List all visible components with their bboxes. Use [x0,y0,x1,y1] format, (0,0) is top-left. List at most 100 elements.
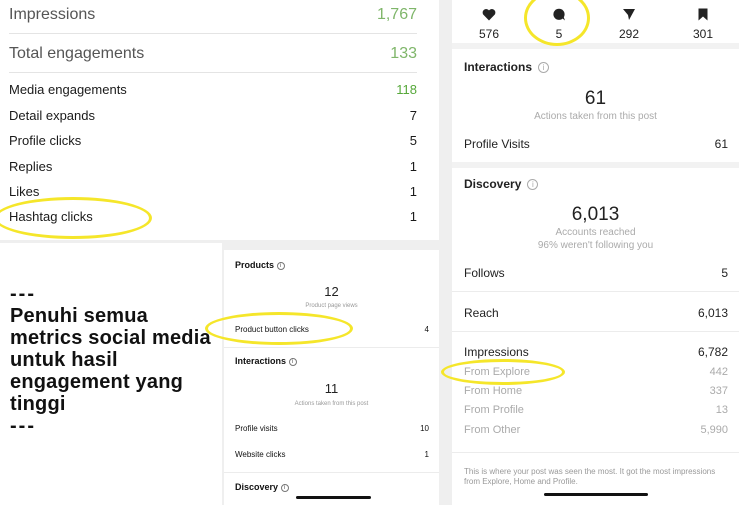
comments-stat: 5 [534,8,584,41]
product-button-clicks-label: Product button clicks [235,325,309,334]
saves-stat: 301 [678,8,728,41]
interactions-heading: Interactions i [235,356,297,366]
divider [9,72,417,73]
instagram-insights-small: Products i 12 Product page views Product… [224,250,439,505]
total-engagements-value: 133 [390,45,417,62]
profile-clicks-value: 5 [409,133,417,148]
bookmark-icon [698,8,708,21]
likes-stat-value: 576 [478,27,500,41]
heart-icon [482,9,496,21]
tweet-activity-panel: Impressions 1,767 Total engagements 133 … [0,0,439,240]
shares-stat: 292 [604,8,654,41]
profile-clicks-label: Profile clicks [9,133,82,148]
from-explore-value: 442 [709,366,728,378]
likes-stat: 576 [464,8,514,41]
follows-value: 5 [721,266,728,280]
info-icon[interactable]: i [280,483,289,492]
send-icon [623,9,635,20]
likes-value: 1 [409,184,417,199]
promo-panel: --- Penuhi semua metrics social media un… [0,243,222,505]
divider [452,452,739,453]
home-indicator [544,493,648,496]
impressions-source-note: This is where your post was seen the mos… [464,467,716,486]
follows-row: Follows 5 [464,266,728,280]
divider [224,472,439,473]
from-profile-row: From Profile 13 [464,404,728,416]
from-explore-row: From Explore 442 [464,366,728,378]
detail-expands-value: 7 [409,108,417,123]
impressions-label: Impressions [464,345,529,359]
profile-visits-label: Profile visits [235,424,278,433]
website-clicks-value: 1 [424,450,429,459]
reach-row: Reach 6,013 [464,306,728,320]
profile-visits-value: 10 [420,424,429,433]
from-profile-label: From Profile [464,404,524,416]
interactions-heading: Interactions i [464,60,550,74]
reach-label: Reach [464,306,499,320]
replies-value: 1 [409,159,417,174]
product-button-clicks-row: Product button clicks 4 [235,325,429,334]
home-indicator [296,496,371,499]
from-profile-value: 13 [715,404,728,416]
impressions-value: 1,767 [376,6,417,23]
info-icon[interactable]: i [276,261,285,270]
divider [452,331,739,332]
media-engagements-label: Media engagements [9,82,127,97]
actions-value: 11 [324,381,339,396]
impressions-label: Impressions [9,6,96,23]
from-other-row: From Other 5,990 [464,424,728,436]
from-other-value: 5,990 [700,424,728,436]
website-clicks-row: Website clicks 1 [235,450,429,459]
promo-dash-bottom: --- [10,415,36,437]
likes-label: Likes [9,184,40,199]
from-home-row: From Home 337 [464,385,728,397]
products-heading: Products i [235,260,285,270]
profile-visits-label: Profile Visits [464,137,530,151]
shares-stat-value: 292 [618,27,640,41]
discovery-heading: Discovery i [464,177,539,191]
replies-label: Replies [9,159,53,174]
hashtag-clicks-label: Hashtag clicks [9,209,93,224]
comment-icon [553,8,565,21]
total-engagements-label: Total engagements [9,45,145,62]
promo-dash-top: --- [10,283,36,305]
discovery-heading: Discovery i [235,482,289,492]
divider [452,291,739,292]
info-icon[interactable]: i [527,179,539,191]
actions-label: Actions taken from this post [534,111,657,122]
from-other-label: From Other [464,424,521,436]
from-explore-label: From Explore [464,366,531,378]
website-clicks-label: Website clicks [235,450,286,459]
info-icon[interactable]: i [288,357,297,366]
accounts-reached-label: Accounts reached [555,227,636,238]
saves-stat-value: 301 [692,27,714,41]
divider [9,33,417,34]
not-following-label: 96% weren't following you [537,240,654,251]
media-engagements-value: 118 [396,82,417,97]
info-icon[interactable]: i [538,62,550,74]
reach-value: 6,013 [697,306,728,320]
comments-stat-value: 5 [555,27,563,41]
impressions-row: Impressions 6,782 [464,345,728,359]
detail-expands-label: Detail expands [9,108,95,123]
hashtag-clicks-value: 1 [409,209,417,224]
promo-text: Penuhi semua metrics social media untuk … [10,305,211,415]
promo-text-block: --- Penuhi semua metrics social media un… [10,283,215,437]
divider [224,347,439,348]
section-divider [452,162,739,168]
profile-visits-row: Profile visits 10 [235,424,429,433]
from-home-value: 337 [709,385,728,397]
follows-label: Follows [464,266,505,280]
actions-label: Actions taken from this post [294,401,369,407]
product-page-views-label: Product page views [305,303,358,309]
impressions-value: 6,782 [697,345,728,359]
from-home-label: From Home [464,385,523,397]
profile-visits-row: Profile Visits 61 [464,137,728,151]
actions-value: 61 [584,88,607,109]
section-divider [452,43,739,49]
product-page-views-value: 12 [324,284,339,299]
profile-visits-value: 61 [714,137,728,151]
product-button-clicks-value: 4 [424,325,429,334]
instagram-insights-large: 576 5 292 301 Interactions i 61 Actions t… [452,0,739,505]
accounts-reached-value: 6,013 [571,204,620,225]
